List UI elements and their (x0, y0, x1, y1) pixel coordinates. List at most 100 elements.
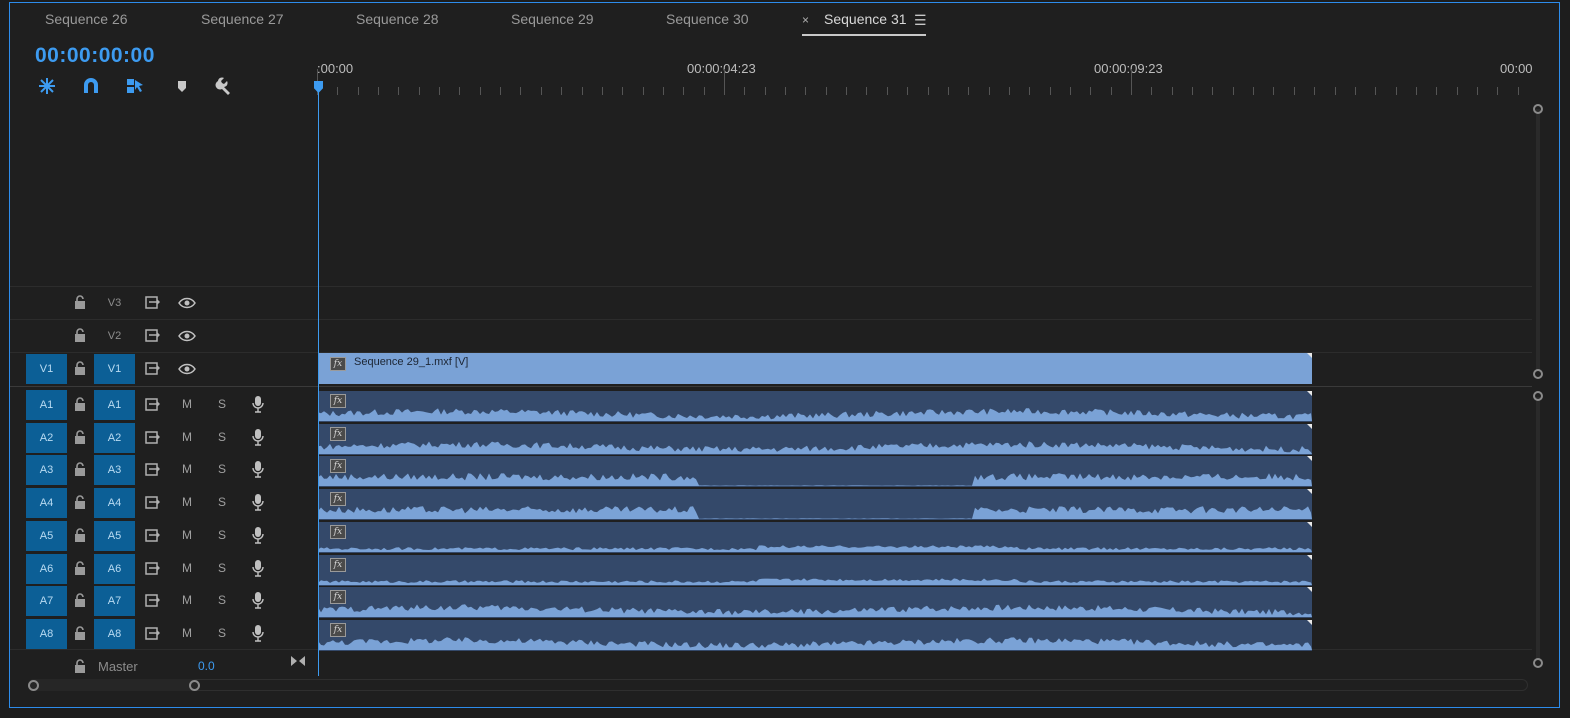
sync-lock-icon[interactable] (145, 463, 161, 476)
voiceover-record-mic-icon[interactable] (252, 591, 264, 609)
track-target-a2[interactable]: A2 (94, 423, 135, 453)
mute-button[interactable]: M (182, 495, 192, 509)
sync-lock-icon[interactable] (145, 496, 161, 509)
mute-button[interactable]: M (182, 593, 192, 607)
track-target-a5[interactable]: A5 (94, 521, 135, 551)
source-patch-a3[interactable]: A3 (26, 455, 67, 485)
solo-button[interactable]: S (218, 593, 226, 607)
audio-clip-a5[interactable]: fx (318, 522, 1312, 553)
panel-menu-icon[interactable]: ☰ (914, 12, 927, 29)
zoom-scroll-thumb[interactable] (28, 679, 198, 691)
track-target-a4[interactable]: A4 (94, 488, 135, 518)
voiceover-record-mic-icon[interactable] (252, 526, 264, 544)
playhead-line[interactable] (318, 81, 319, 676)
voiceover-record-mic-icon[interactable] (252, 395, 264, 413)
master-volume-value[interactable]: 0.0 (198, 659, 215, 673)
track-target-a3[interactable]: A3 (94, 455, 135, 485)
sync-lock-icon[interactable] (145, 594, 161, 607)
track-lock-icon[interactable] (74, 626, 86, 640)
voiceover-record-mic-icon[interactable] (252, 559, 264, 577)
track-lock-icon[interactable] (74, 495, 86, 509)
tab-sequence-30[interactable]: Sequence 30 (666, 11, 749, 27)
toggle-output-eye-icon[interactable] (178, 330, 196, 342)
audio-clip-a2[interactable]: fx (318, 424, 1312, 455)
solo-button[interactable]: S (218, 462, 226, 476)
sync-lock-icon[interactable] (145, 329, 161, 342)
sync-lock-icon[interactable] (145, 562, 161, 575)
sync-lock-icon[interactable] (145, 431, 161, 444)
audio-clip-a7[interactable]: fx (318, 587, 1312, 618)
source-patch-v1[interactable]: V1 (26, 354, 67, 384)
sync-lock-icon[interactable] (145, 296, 161, 309)
snap-magnet-icon[interactable] (81, 76, 101, 96)
track-target-v1[interactable]: V1 (94, 354, 135, 384)
mute-button[interactable]: M (182, 430, 192, 444)
zoom-scrollbar[interactable] (28, 679, 1528, 691)
solo-button[interactable]: S (218, 561, 226, 575)
track-target-a7[interactable]: A7 (94, 586, 135, 616)
master-lock-icon[interactable] (74, 659, 86, 673)
video-clip[interactable]: fx Sequence 29_1.mxf [V] (318, 353, 1312, 384)
zoom-handle-left[interactable] (28, 680, 39, 691)
track-lock-icon[interactable] (74, 397, 86, 411)
track-lock-icon[interactable] (74, 462, 86, 476)
nest-sequence-icon[interactable] (37, 76, 57, 96)
audio-clip-a1[interactable]: fx (318, 391, 1312, 422)
zoom-handle-right[interactable] (189, 680, 200, 691)
tab-close-icon[interactable]: × (802, 13, 809, 27)
voiceover-record-mic-icon[interactable] (252, 624, 264, 642)
sync-lock-icon[interactable] (145, 362, 161, 375)
tab-sequence-28[interactable]: Sequence 28 (356, 11, 439, 27)
audio-clip-a3[interactable]: fx (318, 456, 1312, 487)
tab-sequence-29[interactable]: Sequence 29 (511, 11, 594, 27)
playhead-timecode[interactable]: 00:00:00:00 (35, 44, 155, 68)
audio-vscroll-track[interactable] (1536, 397, 1540, 659)
solo-button[interactable]: S (218, 626, 226, 640)
toggle-output-eye-icon[interactable] (178, 297, 196, 309)
source-patch-a4[interactable]: A4 (26, 488, 67, 518)
source-patch-a7[interactable]: A7 (26, 586, 67, 616)
audio-clip-a4[interactable]: fx (318, 489, 1312, 520)
audio-clip-a8[interactable]: fx (318, 620, 1312, 651)
source-patch-a1[interactable]: A1 (26, 390, 67, 420)
source-patch-a5[interactable]: A5 (26, 521, 67, 551)
tab-sequence-27[interactable]: Sequence 27 (201, 11, 284, 27)
track-lock-icon[interactable] (74, 593, 86, 607)
track-lock-icon[interactable] (74, 561, 86, 575)
audio-scroll-handle-bottom[interactable] (1533, 658, 1543, 668)
track-lock-icon[interactable] (74, 295, 86, 309)
sync-lock-icon[interactable] (145, 529, 161, 542)
mute-button[interactable]: M (182, 462, 192, 476)
sync-lock-icon[interactable] (145, 398, 161, 411)
time-ruler[interactable]: :00:00 00:00:04:23 00:00:09:23 00:00 (317, 41, 1537, 97)
solo-button[interactable]: S (218, 528, 226, 542)
linked-selection-icon[interactable] (125, 76, 145, 96)
voiceover-record-mic-icon[interactable] (252, 428, 264, 446)
solo-button[interactable]: S (218, 495, 226, 509)
track-target-a6[interactable]: A6 (94, 554, 135, 584)
source-patch-a8[interactable]: A8 (26, 619, 67, 649)
solo-button[interactable]: S (218, 430, 226, 444)
video-scroll-handle-top[interactable] (1533, 104, 1543, 114)
audio-scroll-handle-top[interactable] (1533, 391, 1543, 401)
track-target-a8[interactable]: A8 (94, 619, 135, 649)
voiceover-record-mic-icon[interactable] (252, 493, 264, 511)
mute-button[interactable]: M (182, 561, 192, 575)
toggle-output-eye-icon[interactable] (178, 363, 196, 375)
video-vscroll-track[interactable] (1536, 109, 1540, 371)
video-scroll-handle-bottom[interactable] (1533, 369, 1543, 379)
sync-lock-icon[interactable] (145, 627, 161, 640)
tab-sequence-26[interactable]: Sequence 26 (45, 11, 128, 27)
voiceover-record-mic-icon[interactable] (252, 460, 264, 478)
track-lock-icon[interactable] (74, 528, 86, 542)
settings-wrench-icon[interactable] (214, 76, 234, 96)
add-marker-icon[interactable] (172, 76, 192, 96)
track-lock-icon[interactable] (74, 328, 86, 342)
go-to-end-icon[interactable] (290, 655, 306, 667)
track-lock-icon[interactable] (74, 430, 86, 444)
track-target-a1[interactable]: A1 (94, 390, 135, 420)
track-target-v3[interactable]: V3 (94, 288, 135, 318)
mute-button[interactable]: M (182, 528, 192, 542)
track-target-v2[interactable]: V2 (94, 321, 135, 351)
mute-button[interactable]: M (182, 397, 192, 411)
